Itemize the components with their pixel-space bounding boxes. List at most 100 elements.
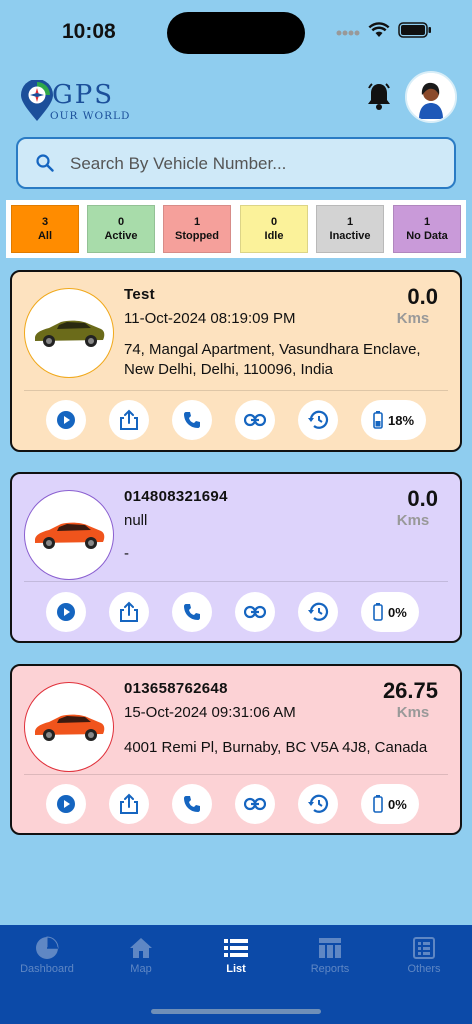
filter-stopped[interactable]: 1 Stopped (163, 205, 231, 253)
battery-status-icon (398, 22, 432, 43)
history-button[interactable] (298, 784, 338, 824)
battery-icon (373, 411, 383, 429)
dynamic-island (167, 12, 305, 54)
distance-unit: Kms (396, 310, 430, 327)
home-indicator[interactable] (151, 1009, 321, 1014)
battery-percent: 0% (388, 604, 407, 620)
play-icon (57, 603, 75, 621)
status-filter-bar: 3 All 0 Active 1 Stopped 0 Idle 1 Inacti… (6, 200, 466, 258)
call-button[interactable] (172, 400, 212, 440)
history-button[interactable] (298, 592, 338, 632)
history-button[interactable] (298, 400, 338, 440)
filter-label: Stopped (175, 230, 219, 242)
play-button[interactable] (46, 592, 86, 632)
link-icon (244, 413, 266, 427)
vehicle-address: 74, Mangal Apartment, Vasundhara Enclave… (124, 341, 421, 378)
filter-all[interactable]: 3 All (11, 205, 79, 253)
status-time: 10:08 (62, 20, 116, 43)
battery-percent: 18% (388, 412, 415, 428)
share-button[interactable] (109, 400, 149, 440)
history-icon (308, 794, 329, 813)
search-input[interactable] (70, 149, 440, 179)
vehicle-timestamp: 11-Oct-2024 08:19:09 PM (124, 310, 296, 327)
card-divider (24, 581, 448, 582)
card-divider (24, 774, 448, 775)
share-button[interactable] (109, 784, 149, 824)
share-icon (120, 601, 138, 622)
battery-indicator: 18% (361, 400, 427, 440)
vehicle-name: 014808321694 (124, 488, 228, 505)
call-button[interactable] (172, 784, 212, 824)
play-icon (57, 795, 75, 813)
vehicle-address: 4001 Remi Pl, Burnaby, BC V5A 4J8, Canad… (124, 739, 428, 756)
tab-label: List (226, 963, 246, 975)
tab-label: Map (130, 963, 152, 975)
logo-title: GPS (52, 80, 115, 110)
tab-list[interactable]: List (196, 935, 276, 975)
filter-count: 3 (41, 216, 49, 228)
card-actions: 0% (46, 592, 419, 632)
play-button[interactable] (46, 400, 86, 440)
vehicle-card[interactable]: 013658762648 15-Oct-2024 09:31:06 AM 400… (10, 664, 462, 835)
filter-idle[interactable]: 0 Idle (240, 205, 308, 253)
map-pin-icon (21, 80, 53, 121)
link-icon (244, 605, 266, 619)
vehicle-image (24, 288, 114, 378)
battery-percent: 0% (388, 796, 407, 812)
link-button[interactable] (235, 400, 275, 440)
car-icon (35, 522, 105, 549)
filter-label: Active (104, 230, 138, 242)
history-icon (308, 410, 329, 429)
share-icon (120, 793, 138, 814)
battery-indicator: 0% (361, 784, 419, 824)
link-button[interactable] (235, 592, 275, 632)
gps-logo: GPS OUR WORLD (20, 74, 140, 126)
phone-icon (184, 604, 200, 620)
vehicle-card[interactable]: Test 11-Oct-2024 08:19:09 PM 74, Mangal … (10, 270, 462, 452)
pie-chart-icon (36, 936, 59, 959)
grid-list-icon (413, 937, 435, 959)
play-icon (57, 411, 75, 429)
tab-reports[interactable]: Reports (290, 935, 370, 975)
filter-no-data[interactable]: 1 No Data (393, 205, 461, 253)
vehicle-timestamp: null (124, 512, 148, 529)
filter-label: Idle (264, 230, 284, 242)
tab-dashboard[interactable]: Dashboard (7, 935, 87, 975)
logo-subtitle: OUR WORLD (50, 110, 131, 122)
home-icon (130, 938, 152, 958)
filter-label: Inactive (329, 230, 371, 242)
tab-label: Others (407, 963, 441, 975)
wifi-icon (368, 22, 390, 43)
tab-label: Reports (310, 963, 350, 975)
table-icon (319, 938, 341, 958)
card-actions: 18% (46, 400, 427, 440)
filter-count: 0 (117, 216, 125, 228)
share-button[interactable] (109, 592, 149, 632)
tab-label: Dashboard (20, 963, 74, 975)
car-icon (35, 714, 105, 741)
filter-inactive[interactable]: 1 Inactive (316, 205, 384, 253)
filter-label: No Data (406, 230, 448, 242)
phone-icon (184, 412, 200, 428)
profile-avatar[interactable] (405, 71, 457, 123)
notification-bell-icon[interactable] (366, 82, 392, 115)
vehicle-timestamp: 15-Oct-2024 09:31:06 AM (124, 704, 296, 721)
search-icon (36, 154, 54, 177)
app-header: GPS OUR WORLD (0, 68, 472, 128)
call-button[interactable] (172, 592, 212, 632)
card-divider (24, 390, 448, 391)
filter-active[interactable]: 0 Active (87, 205, 155, 253)
vehicle-name: 013658762648 (124, 680, 228, 697)
filter-label: All (37, 230, 53, 242)
battery-icon (373, 795, 383, 813)
tab-map[interactable]: Map (101, 935, 181, 975)
vehicle-card[interactable]: 014808321694 null - 0.0 Kms 0% (10, 472, 462, 643)
distance-unit: Kms (396, 704, 430, 721)
tab-others[interactable]: Others (384, 935, 464, 975)
vehicle-name: Test (124, 286, 155, 303)
play-button[interactable] (46, 784, 86, 824)
link-button[interactable] (235, 784, 275, 824)
status-icons (336, 22, 432, 43)
vehicle-search-bar (16, 137, 456, 189)
vehicle-distance: 0.0 (407, 284, 438, 309)
